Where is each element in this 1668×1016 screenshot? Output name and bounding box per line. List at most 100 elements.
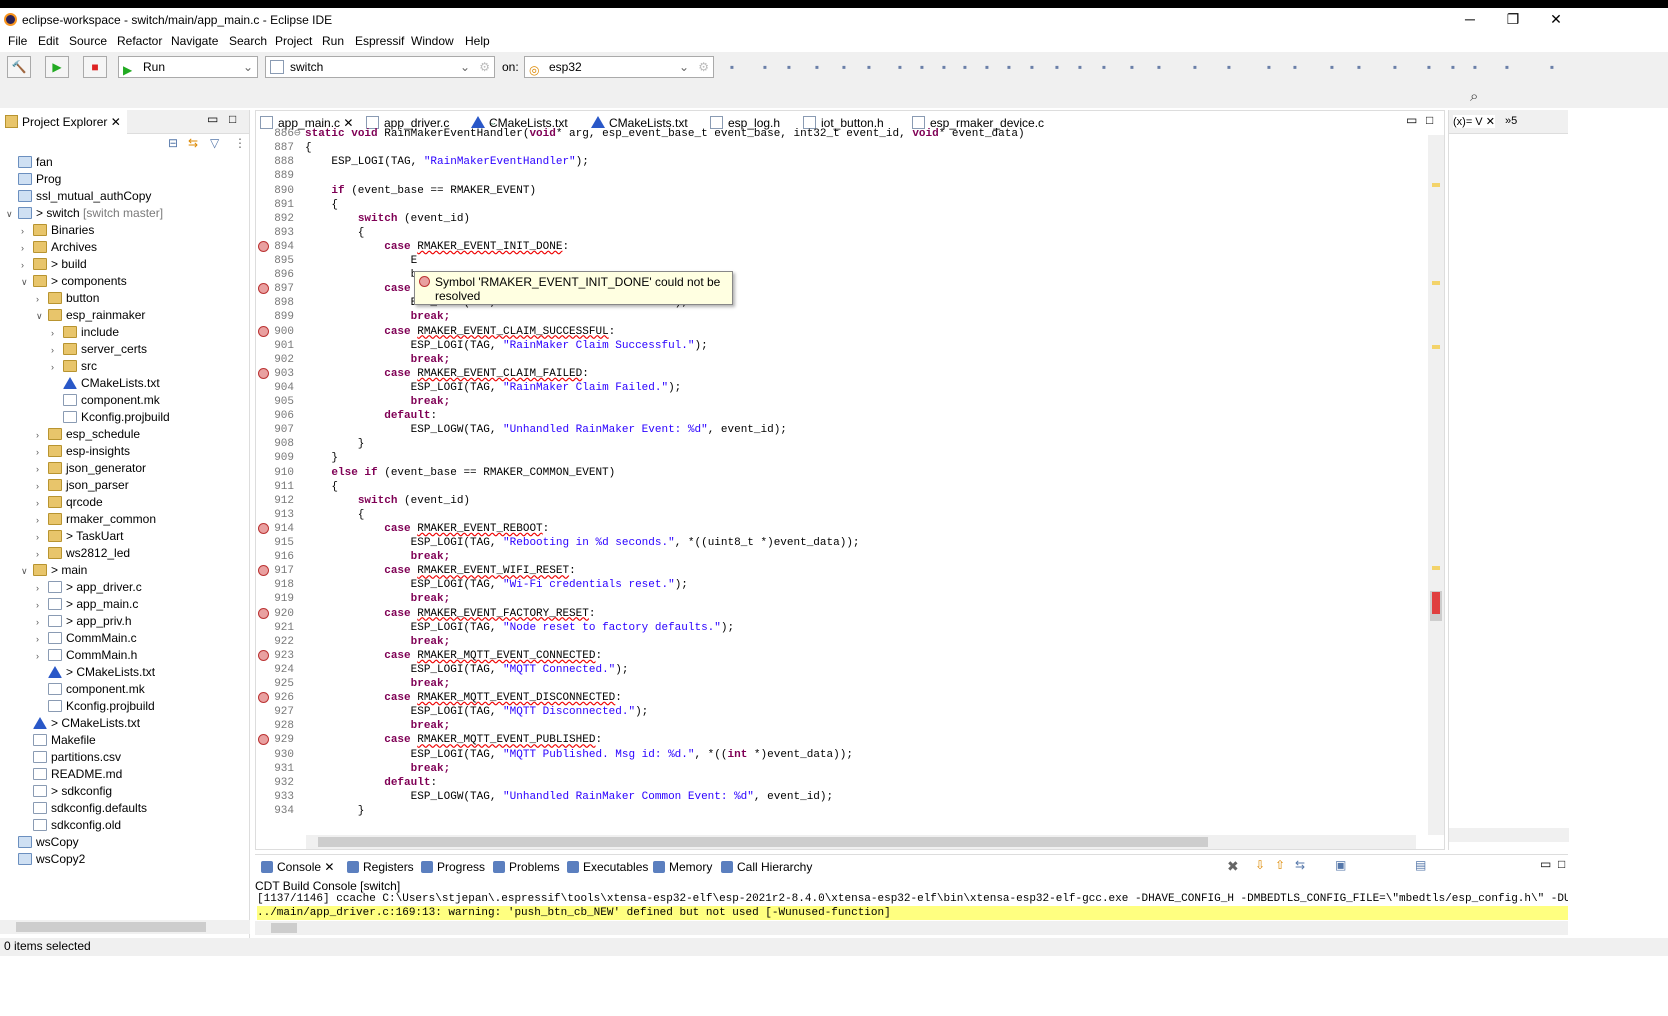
close-button[interactable]: ✕ [1541,11,1571,28]
view-menu-icon[interactable]: ⋮ [234,136,246,150]
collapsed-chevron-icon[interactable]: › [36,495,48,512]
editor-horizontal-scrollbar[interactable] [306,835,1416,849]
horizontal-scrollbar[interactable] [0,920,250,934]
expanded-chevron-icon[interactable]: ∨ [36,308,48,325]
menu-refactor[interactable]: Refactor [117,34,162,48]
minimize-button[interactable]: ─ [1455,11,1485,27]
toolbar-action-icon[interactable]: ▪ [980,60,994,74]
overview-warning-marker[interactable] [1432,566,1440,570]
tree-item[interactable]: › esp-insights [36,443,130,460]
collapsed-chevron-icon[interactable]: › [36,631,48,648]
tree-item[interactable]: Kconfig.projbuild [51,409,170,426]
tree-item[interactable]: › rmaker_common [36,511,156,528]
minimize-view-icon[interactable]: ▭ [207,112,218,126]
maximize-editor-icon[interactable]: □ [1426,113,1433,127]
toolbar-action-icon[interactable]: ▪ [893,60,907,74]
close-tab-icon[interactable]: ✕ [321,860,334,874]
tree-item[interactable]: › > app_main.c [36,596,138,613]
toolbar-action-icon[interactable]: ▪ [958,60,972,74]
toolbar-action-icon[interactable]: ▪ [1352,60,1366,74]
toolbar-action-icon[interactable]: ▪ [937,60,951,74]
editor-vertical-scrollbar[interactable] [1428,135,1444,835]
tree-item[interactable]: > CMakeLists.txt [21,715,140,732]
tree-item[interactable]: ∨ > switch [switch master] [6,205,163,222]
tree-item[interactable]: › ws2812_led [36,545,130,562]
tree-item[interactable]: Kconfig.projbuild [36,698,155,715]
toolbar-action-icon[interactable]: ▪ [1025,60,1039,74]
tree-item[interactable]: component.mk [36,681,145,698]
tree-item[interactable]: > sdkconfig [21,783,112,800]
overview-warning-marker[interactable] [1432,345,1440,349]
tab-overflow[interactable]: »5 [1505,115,1517,127]
tree-item[interactable]: › > app_driver.c [36,579,142,596]
tree-item[interactable]: › json_parser [36,477,129,494]
tab-registers[interactable]: Registers [347,859,414,875]
pin-console-icon[interactable]: ▣ [1335,858,1346,872]
scroll-down-icon[interactable]: ⇩ [1255,858,1265,872]
tree-item[interactable]: › Archives [21,239,97,256]
toolbar-action-icon[interactable]: ▪ [1262,60,1276,74]
close-tab-icon[interactable]: ✕ [111,115,121,129]
collapsed-chevron-icon[interactable]: › [36,427,48,444]
link-with-editor-icon[interactable]: ⇆ [188,136,198,150]
tree-item[interactable]: sdkconfig.old [21,817,121,834]
tree-item[interactable]: › CommMain.h [36,647,137,664]
expanded-chevron-icon[interactable]: ∨ [6,206,18,223]
tab-console[interactable]: Console ✕ [261,859,335,875]
collapsed-chevron-icon[interactable]: › [36,546,48,563]
menu-window[interactable]: Window [411,34,454,48]
collapse-all-icon[interactable]: ⊟ [168,136,178,150]
toolbar-action-icon[interactable]: ▪ [782,60,796,74]
tree-item[interactable]: › CommMain.c [36,630,137,647]
toolbar-action-icon[interactable]: ▪ [1222,60,1236,74]
tree-item[interactable]: component.mk [51,392,160,409]
minimize-console-icon[interactable]: ▭ [1540,857,1551,871]
tab-memory[interactable]: Memory [653,859,712,875]
toolbar-action-icon[interactable]: ▪ [1468,60,1482,74]
collapsed-chevron-icon[interactable]: › [51,359,63,376]
tree-item[interactable]: › server_certs [51,341,147,358]
console-horizontal-scrollbar[interactable] [255,921,1568,935]
maximize-view-icon[interactable]: □ [229,112,236,126]
overview-warning-marker[interactable] [1432,183,1440,187]
collapsed-chevron-icon[interactable]: › [36,478,48,495]
tree-item[interactable]: ssl_mutual_authCopy [6,188,151,205]
tab-executables[interactable]: Executables [567,859,648,875]
tree-item[interactable]: README.md [21,766,122,783]
toolbar-action-icon[interactable]: ▪ [1422,60,1436,74]
collapsed-chevron-icon[interactable]: › [36,512,48,529]
tree-item[interactable]: › Binaries [21,222,94,239]
collapsed-chevron-icon[interactable]: › [51,342,63,359]
tree-item[interactable]: wsCopy [6,834,79,851]
launch-button[interactable]: ▶ [45,56,69,78]
collapsed-chevron-icon[interactable]: › [36,614,48,631]
toolbar-action-icon[interactable]: ▪ [1097,60,1111,74]
target-select[interactable]: ◎ esp32 ⌄ ⚙ [524,56,714,78]
search-icon[interactable]: ⌕ [1470,88,1478,105]
menu-source[interactable]: Source [69,34,107,48]
tab-project-explorer[interactable]: Project Explorer ✕ [0,110,127,134]
tree-item[interactable]: › > build [21,256,87,273]
launch-config-select[interactable]: switch ⌄ ⚙ [265,56,495,78]
maximize-button[interactable]: ❐ [1498,11,1528,28]
stop-button[interactable]: ■ [83,56,107,78]
tab-problems[interactable]: Problems [493,859,560,875]
toolbar-action-icon[interactable]: ▪ [1125,60,1139,74]
tree-item[interactable]: Makefile [21,732,96,749]
toolbar-action-icon[interactable]: ▪ [1002,60,1016,74]
build-hammer-button[interactable]: 🔨 [7,56,31,78]
tree-item[interactable]: › > app_priv.h [36,613,132,630]
collapsed-chevron-icon[interactable]: › [36,291,48,308]
tree-item[interactable]: fan [6,154,53,171]
collapsed-chevron-icon[interactable]: › [36,529,48,546]
tree-item[interactable]: › > TaskUart [36,528,123,545]
toolbar-action-icon[interactable]: ▪ [1288,60,1302,74]
menu-navigate[interactable]: Navigate [171,34,218,48]
tree-item[interactable]: › src [51,358,97,375]
overview-warning-marker[interactable] [1432,281,1440,285]
menu-espressif[interactable]: Espressif [355,34,404,48]
toolbar-action-icon[interactable]: ▪ [1500,60,1514,74]
toolbar-action-icon[interactable]: ▪ [810,60,824,74]
menu-help[interactable]: Help [465,34,490,48]
toolbar-action-icon[interactable]: ▪ [1545,60,1559,74]
